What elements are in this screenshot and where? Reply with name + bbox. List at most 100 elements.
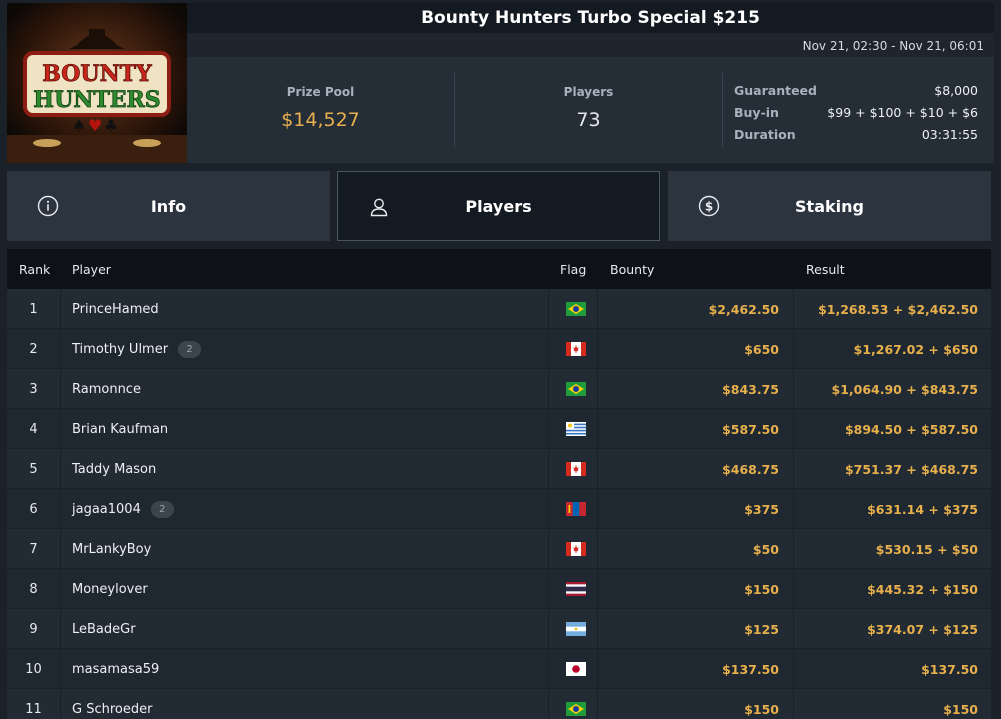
player-name[interactable]: Taddy Mason xyxy=(72,462,156,477)
rank-cell: 11 xyxy=(7,689,61,719)
player-name[interactable]: G Schroeder xyxy=(72,702,152,717)
player-cell[interactable]: Timothy Ulmer 2 xyxy=(72,329,202,369)
dollar-coin-icon: $ xyxy=(698,195,720,217)
result-cell: $631.14 + $375 xyxy=(867,501,978,517)
svg-text:♠: ♠ xyxy=(72,116,86,135)
result-cell: $894.50 + $587.50 xyxy=(844,421,978,437)
player-name[interactable]: PrinceHamed xyxy=(72,302,159,317)
table-row[interactable]: 2 Timothy Ulmer 2 $650 $1,267.02 + $650 xyxy=(7,329,991,369)
rank-cell: 2 xyxy=(7,329,61,369)
duration-row: Duration 03:31:55 xyxy=(734,123,978,145)
prize-pool-label: Prize Pool xyxy=(286,85,355,99)
table-row[interactable]: 3 Ramonnce $843.75 $1,064.90 + $843.75 xyxy=(7,369,991,409)
svg-text:♥: ♥ xyxy=(88,116,102,135)
thailand-flag-icon xyxy=(548,569,598,609)
brazil-flag-icon xyxy=(548,289,598,329)
tournament-dates: Nov 21, 02:30 - Nov 21, 06:01 xyxy=(187,33,994,57)
duration-label: Duration xyxy=(734,126,796,142)
user-icon xyxy=(370,198,388,217)
players-stat: Players 73 xyxy=(455,73,722,147)
buyin-value: $99 + $100 + $10 + $6 xyxy=(827,104,978,120)
player-name[interactable]: MrLankyBoy xyxy=(72,542,151,557)
rank-cell: 6 xyxy=(7,489,61,529)
player-name[interactable]: jagaa1004 xyxy=(72,502,141,517)
bounty-cell: $125 xyxy=(598,609,794,649)
result-cell: $374.07 + $125 xyxy=(867,621,978,637)
rank-cell: 5 xyxy=(7,449,61,489)
player-cell[interactable]: Brian Kaufman xyxy=(72,409,168,449)
logo-line-2: HUNTERS xyxy=(33,87,160,113)
entries-badge: 2 xyxy=(150,500,174,518)
canada-flag-icon xyxy=(548,329,598,369)
table-row[interactable]: 6 jagaa1004 2 $375 $631.14 + $375 xyxy=(7,489,991,529)
tournament-title: Bounty Hunters Turbo Special $215 xyxy=(187,3,994,33)
players-value: 73 xyxy=(576,109,601,131)
argentina-flag-icon xyxy=(548,609,598,649)
player-name[interactable]: masamasa59 xyxy=(72,662,159,677)
player-cell[interactable]: G Schroeder xyxy=(72,689,152,719)
player-cell[interactable]: masamasa59 xyxy=(72,649,159,689)
guaranteed-value: $8,000 xyxy=(934,82,978,98)
bounty-cell: $843.75 xyxy=(598,369,794,409)
player-cell[interactable]: LeBadeGr xyxy=(72,609,136,649)
player-cell[interactable]: PrinceHamed xyxy=(72,289,159,329)
brazil-flag-icon xyxy=(548,689,598,719)
player-cell[interactable]: Ramonnce xyxy=(72,369,141,409)
table-row[interactable]: 4 Brian Kaufman $587.50 $894.50 + $587.50 xyxy=(7,409,991,449)
header-flag: Flag xyxy=(560,262,587,277)
bounty-cell: $650 xyxy=(598,329,794,369)
bounty-hunters-logo-image: BOUNTY HUNTERS ♠ ♥ ♣ xyxy=(7,3,187,163)
tab-players[interactable]: Players xyxy=(337,171,660,241)
header-bounty: Bounty xyxy=(610,262,655,277)
brazil-flag-icon xyxy=(548,369,598,409)
player-cell[interactable]: jagaa1004 2 xyxy=(72,489,174,529)
bounty-cell: $468.75 xyxy=(598,449,794,489)
buyin-label: Buy-in xyxy=(734,104,779,120)
table-row[interactable]: 5 Taddy Mason $468.75 $751.37 + $468.75 xyxy=(7,449,991,489)
tournament-details: Guaranteed $8,000 Buy-in $99 + $100 + $1… xyxy=(734,79,978,145)
entries-badge: 2 xyxy=(178,340,202,358)
player-cell[interactable]: Taddy Mason xyxy=(72,449,156,489)
canada-flag-icon xyxy=(548,449,598,489)
guaranteed-row: Guaranteed $8,000 xyxy=(734,79,978,101)
bounty-cell: $137.50 xyxy=(598,649,794,689)
bounty-cell: $2,462.50 xyxy=(598,289,794,329)
player-name[interactable]: Ramonnce xyxy=(72,382,141,397)
japan-flag-icon xyxy=(548,649,598,689)
tab-staking-label: Staking xyxy=(795,196,864,216)
table-row[interactable]: 11 G Schroeder $150 $150 xyxy=(7,689,991,719)
tab-info-label: Info xyxy=(150,196,187,216)
bounty-cell: $375 xyxy=(598,489,794,529)
prize-pool-value: $14,527 xyxy=(281,109,360,131)
tournament-logo: BOUNTY HUNTERS ♠ ♥ ♣ xyxy=(7,3,187,163)
bounty-cell: $587.50 xyxy=(598,409,794,449)
info-icon xyxy=(37,195,59,217)
rank-cell: 4 xyxy=(7,409,61,449)
bounty-cell: $150 xyxy=(598,569,794,609)
result-cell: $530.15 + $50 xyxy=(875,541,978,557)
player-cell[interactable]: Moneylover xyxy=(72,569,148,609)
result-cell: $150 xyxy=(943,701,978,717)
player-name[interactable]: Brian Kaufman xyxy=(72,422,168,437)
tab-info[interactable]: Info xyxy=(7,171,330,241)
player-cell[interactable]: MrLankyBoy xyxy=(72,529,151,569)
table-row[interactable]: 9 LeBadeGr $125 $374.07 + $125 xyxy=(7,609,991,649)
rank-cell: 1 xyxy=(7,289,61,329)
table-row[interactable]: 8 Moneylover $150 $445.32 + $150 xyxy=(7,569,991,609)
table-row[interactable]: 7 MrLankyBoy $50 $530.15 + $50 xyxy=(7,529,991,569)
players-label: Players xyxy=(563,85,614,99)
player-name[interactable]: Moneylover xyxy=(72,582,148,597)
prize-pool-stat: Prize Pool $14,527 xyxy=(187,73,454,147)
header-player: Player xyxy=(72,262,111,277)
mongolia-flag-icon xyxy=(548,489,598,529)
table-row[interactable]: 10 masamasa59 $137.50 $137.50 xyxy=(7,649,991,689)
table-row[interactable]: 1 PrinceHamed $2,462.50 $1,268.53 + $2,462.… xyxy=(7,289,991,329)
tab-staking[interactable]: $ Staking xyxy=(668,171,991,241)
player-name[interactable]: LeBadeGr xyxy=(72,622,136,637)
rank-cell: 8 xyxy=(7,569,61,609)
duration-value: 03:31:55 xyxy=(921,126,978,142)
player-name[interactable]: Timothy Ulmer xyxy=(72,342,168,357)
table-body: 1 PrinceHamed $2,462.50 $1,268.53 + $2,462.… xyxy=(7,289,991,719)
rank-cell: 10 xyxy=(7,649,61,689)
tab-players-label: Players xyxy=(465,196,532,216)
